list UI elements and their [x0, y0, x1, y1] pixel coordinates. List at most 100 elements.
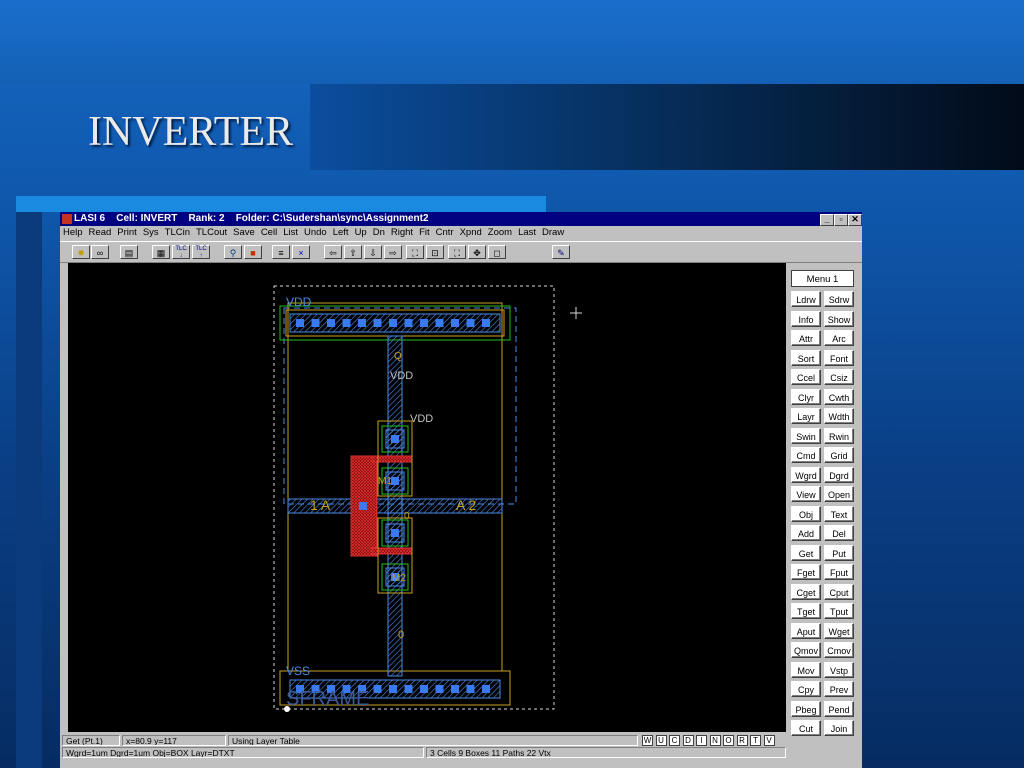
side-button-sdrw[interactable]: Sdrw: [824, 291, 854, 307]
maximize-button[interactable]: ▫: [834, 214, 848, 226]
menu-undo[interactable]: Undo: [304, 226, 327, 240]
menu-last[interactable]: Last: [518, 226, 536, 240]
menu-draw[interactable]: Draw: [542, 226, 564, 240]
left-arrow-icon[interactable]: ⇦: [324, 245, 342, 259]
fit-icon[interactable]: ⛶: [406, 245, 424, 259]
flag-w[interactable]: W: [642, 735, 653, 746]
side-button-view[interactable]: View: [791, 486, 821, 502]
undo-icon[interactable]: ×: [292, 245, 310, 259]
side-button-cput[interactable]: Cput: [824, 583, 854, 600]
side-button-wgrd[interactable]: Wgrd: [791, 466, 821, 483]
flag-c[interactable]: C: [669, 735, 680, 746]
minimize-button[interactable]: _: [820, 214, 834, 226]
lightbulb-icon[interactable]: ✹: [72, 245, 90, 259]
layout-icon[interactable]: ▦: [152, 245, 170, 259]
side-button-add[interactable]: Add: [791, 525, 821, 541]
close-button[interactable]: ✕: [848, 214, 862, 226]
flag-d[interactable]: D: [682, 735, 694, 746]
menu-print[interactable]: Print: [117, 226, 137, 240]
menu-list[interactable]: List: [283, 226, 298, 240]
menu-left[interactable]: Left: [333, 226, 349, 240]
flag-n[interactable]: N: [709, 735, 721, 746]
side-button-text[interactable]: Text: [824, 505, 854, 522]
side-button-wget[interactable]: Wget: [824, 622, 854, 639]
side-button-cpy[interactable]: Cpy: [791, 681, 821, 697]
side-button-cut[interactable]: Cut: [791, 720, 821, 736]
flag-r[interactable]: R: [736, 735, 748, 746]
last-icon[interactable]: ◻: [488, 245, 506, 259]
side-button-arc[interactable]: Arc: [824, 330, 854, 346]
up-arrow-icon[interactable]: ⇧: [344, 245, 362, 259]
flag-i[interactable]: I: [696, 735, 707, 746]
side-button-pend[interactable]: Pend: [824, 700, 854, 717]
side-button-cmd[interactable]: Cmd: [791, 447, 821, 463]
side-button-swin[interactable]: Swin: [791, 427, 821, 444]
side-button-layr[interactable]: Layr: [791, 408, 821, 424]
side-button-cmov[interactable]: Cmov: [824, 642, 854, 658]
side-button-info[interactable]: Info: [791, 310, 821, 327]
menu-xpnd[interactable]: Xpnd: [460, 226, 482, 240]
side-button-tput[interactable]: Tput: [824, 603, 854, 619]
layout-canvas[interactable]: VDD VDD VDD VSS SFRAME 1 A A 2 M1 M2 0 0…: [68, 263, 786, 732]
side-button-font[interactable]: Font: [824, 349, 854, 366]
right-arrow-icon[interactable]: ⇨: [384, 245, 402, 259]
flag-o[interactable]: O: [723, 735, 734, 746]
side-button-join[interactable]: Join: [824, 720, 854, 736]
side-button-prev[interactable]: Prev: [824, 681, 854, 697]
menu-title[interactable]: Menu 1: [791, 270, 854, 287]
center-icon[interactable]: ⊡: [426, 245, 444, 259]
menu-help[interactable]: Help: [63, 226, 83, 240]
printer-icon[interactable]: ▤: [120, 245, 138, 259]
magnifier-icon[interactable]: ⚲: [224, 245, 242, 259]
flag-t[interactable]: T: [750, 735, 761, 746]
menu-tlcin[interactable]: TLCin: [165, 226, 190, 240]
flag-v[interactable]: V: [763, 735, 775, 746]
side-button-attr[interactable]: Attr: [791, 330, 821, 346]
side-button-dgrd[interactable]: Dgrd: [824, 466, 854, 483]
side-button-cwth[interactable]: Cwth: [824, 388, 854, 405]
side-button-del[interactable]: Del: [824, 525, 854, 541]
side-button-mov[interactable]: Mov: [791, 661, 821, 678]
side-button-sort[interactable]: Sort: [791, 349, 821, 366]
side-button-csiz[interactable]: Csiz: [824, 369, 854, 385]
cell-icon[interactable]: ■: [244, 245, 262, 259]
side-button-tget[interactable]: Tget: [791, 603, 821, 619]
zoom-icon[interactable]: ✥: [468, 245, 486, 259]
side-button-grid[interactable]: Grid: [824, 447, 854, 463]
menu-cntr[interactable]: Cntr: [436, 226, 454, 240]
side-button-wdth[interactable]: Wdth: [824, 408, 854, 424]
side-button-qmov[interactable]: Qmov: [791, 642, 821, 658]
pencil-icon[interactable]: ✎: [552, 245, 570, 259]
menu-fit[interactable]: Fit: [419, 226, 430, 240]
side-button-put[interactable]: Put: [824, 544, 854, 561]
side-button-open[interactable]: Open: [824, 486, 854, 502]
side-button-show[interactable]: Show: [824, 310, 854, 327]
down-arrow-icon[interactable]: ⇩: [364, 245, 382, 259]
side-button-obj[interactable]: Obj: [791, 505, 821, 522]
side-button-vstp[interactable]: Vstp: [824, 661, 854, 678]
side-button-rwin[interactable]: Rwin: [824, 427, 854, 444]
side-button-get[interactable]: Get: [791, 544, 821, 561]
menu-dn[interactable]: Dn: [373, 226, 385, 240]
menu-read[interactable]: Read: [89, 226, 112, 240]
menu-tlcout[interactable]: TLCout: [196, 226, 227, 240]
tlc-out-icon[interactable]: TLC ↑: [192, 245, 210, 259]
menu-right[interactable]: Right: [391, 226, 413, 240]
side-button-fget[interactable]: Fget: [791, 564, 821, 580]
menu-sys[interactable]: Sys: [143, 226, 159, 240]
side-button-cget[interactable]: Cget: [791, 583, 821, 600]
tlc-in-icon[interactable]: TLC ↓: [172, 245, 190, 259]
menu-up[interactable]: Up: [355, 226, 367, 240]
side-button-fput[interactable]: Fput: [824, 564, 854, 580]
side-button-aput[interactable]: Aput: [791, 622, 821, 639]
expand-icon[interactable]: ⛶: [448, 245, 466, 259]
list-icon[interactable]: ≡: [272, 245, 290, 259]
menu-cell[interactable]: Cell: [261, 226, 277, 240]
menu-save[interactable]: Save: [233, 226, 255, 240]
flag-u[interactable]: U: [655, 735, 667, 746]
menu-zoom[interactable]: Zoom: [488, 226, 512, 240]
side-button-pbeg[interactable]: Pbeg: [791, 700, 821, 717]
side-button-ccel[interactable]: Ccel: [791, 369, 821, 385]
binoculars-icon[interactable]: ∞: [91, 245, 109, 259]
side-button-clyr[interactable]: Clyr: [791, 388, 821, 405]
